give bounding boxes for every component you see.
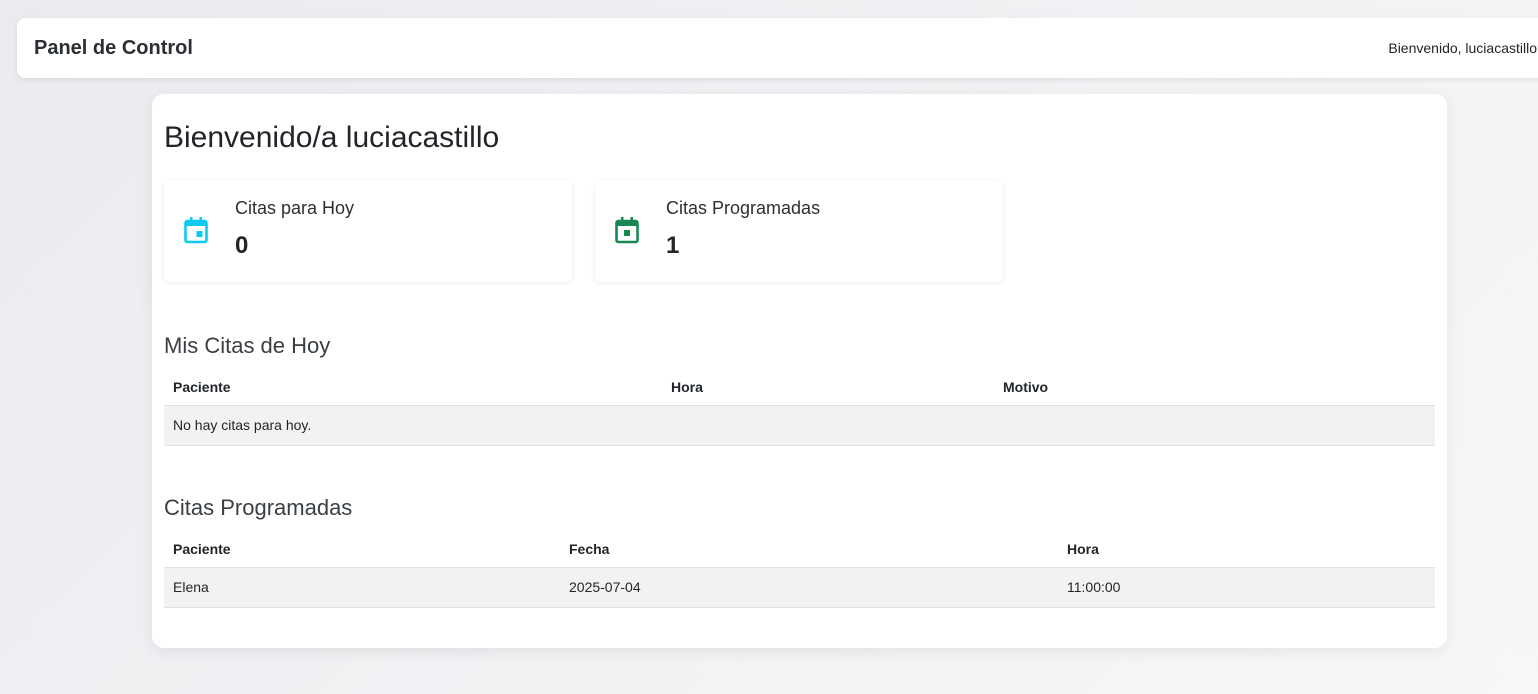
column-header-fecha: Fecha <box>560 531 1058 568</box>
cell-hora: 11:00:00 <box>1058 567 1435 608</box>
stat-value: 1 <box>666 232 680 259</box>
cell-fecha: 2025-07-04 <box>560 567 1058 608</box>
column-header-hora: Hora <box>662 369 994 406</box>
stat-card-today: Citas para Hoy 0 <box>164 180 572 282</box>
stat-card-scheduled: Citas Programadas 1 <box>595 180 1003 282</box>
navbar-welcome-text: Bienvenido, luciacastillo <box>1388 40 1537 56</box>
calendar-icon <box>615 216 639 244</box>
dashboard-card: Bienvenido/a luciacastillo Citas para Ho… <box>152 94 1447 648</box>
table-row: Elena 2025-07-04 11:00:00 <box>164 567 1435 608</box>
stat-label: Citas Programadas <box>666 198 821 218</box>
page-title: Bienvenido/a luciacastillo <box>164 121 500 154</box>
empty-message: No hay citas para hoy. <box>164 405 1435 446</box>
section-title-today: Mis Citas de Hoy <box>164 333 331 358</box>
table-header-row: Paciente Hora Motivo <box>164 369 1435 406</box>
today-appointments-table: Paciente Hora Motivo No hay citas para h… <box>164 369 1435 446</box>
column-header-paciente: Paciente <box>164 369 662 406</box>
calendar-icon <box>184 216 208 244</box>
table-header-row: Paciente Fecha Hora <box>164 531 1435 568</box>
section-title-scheduled: Citas Programadas <box>164 495 353 520</box>
navbar-brand[interactable]: Panel de Control <box>34 37 193 60</box>
column-header-hora: Hora <box>1058 531 1435 568</box>
column-header-motivo: Motivo <box>994 369 1435 406</box>
scheduled-appointments-table: Paciente Fecha Hora Elena 2025-07-04 11:… <box>164 531 1435 608</box>
table-row: No hay citas para hoy. <box>164 405 1435 446</box>
stat-label: Citas para Hoy <box>235 198 355 218</box>
top-navbar: Panel de Control Bienvenido, luciacastil… <box>17 18 1538 78</box>
stat-value: 0 <box>235 232 249 259</box>
column-header-paciente: Paciente <box>164 531 560 568</box>
cell-paciente: Elena <box>164 567 560 608</box>
